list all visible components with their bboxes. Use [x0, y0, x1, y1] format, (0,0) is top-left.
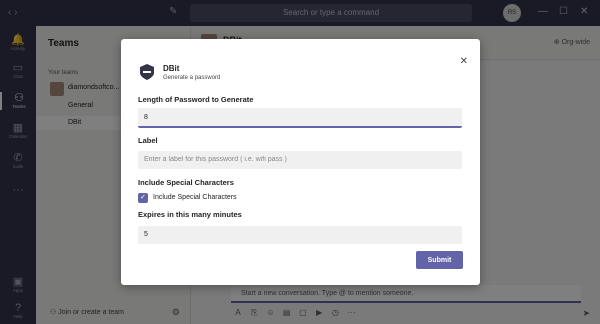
dbit-logo-icon: [140, 64, 154, 80]
special-chars-label: Include Special Characters: [138, 178, 234, 187]
generate-password-dialog: DBit Generate a password ✕ Length of Pas…: [121, 39, 480, 285]
label-label: Label: [138, 136, 158, 145]
expires-label: Expires in this many minutes: [138, 210, 242, 219]
password-label-input[interactable]: [138, 151, 462, 169]
close-icon[interactable]: ✕: [460, 56, 468, 67]
special-chars-checkbox[interactable]: ✓: [138, 193, 148, 203]
expires-input[interactable]: [138, 226, 462, 244]
length-label: Length of Password to Generate: [138, 95, 254, 104]
app-name: DBit: [163, 64, 180, 73]
submit-button[interactable]: Submit: [416, 251, 463, 269]
app-subtitle: Generate a password: [163, 75, 221, 81]
length-input[interactable]: [138, 108, 462, 128]
special-chars-checkbox-label[interactable]: Include Special Characters: [153, 194, 237, 201]
